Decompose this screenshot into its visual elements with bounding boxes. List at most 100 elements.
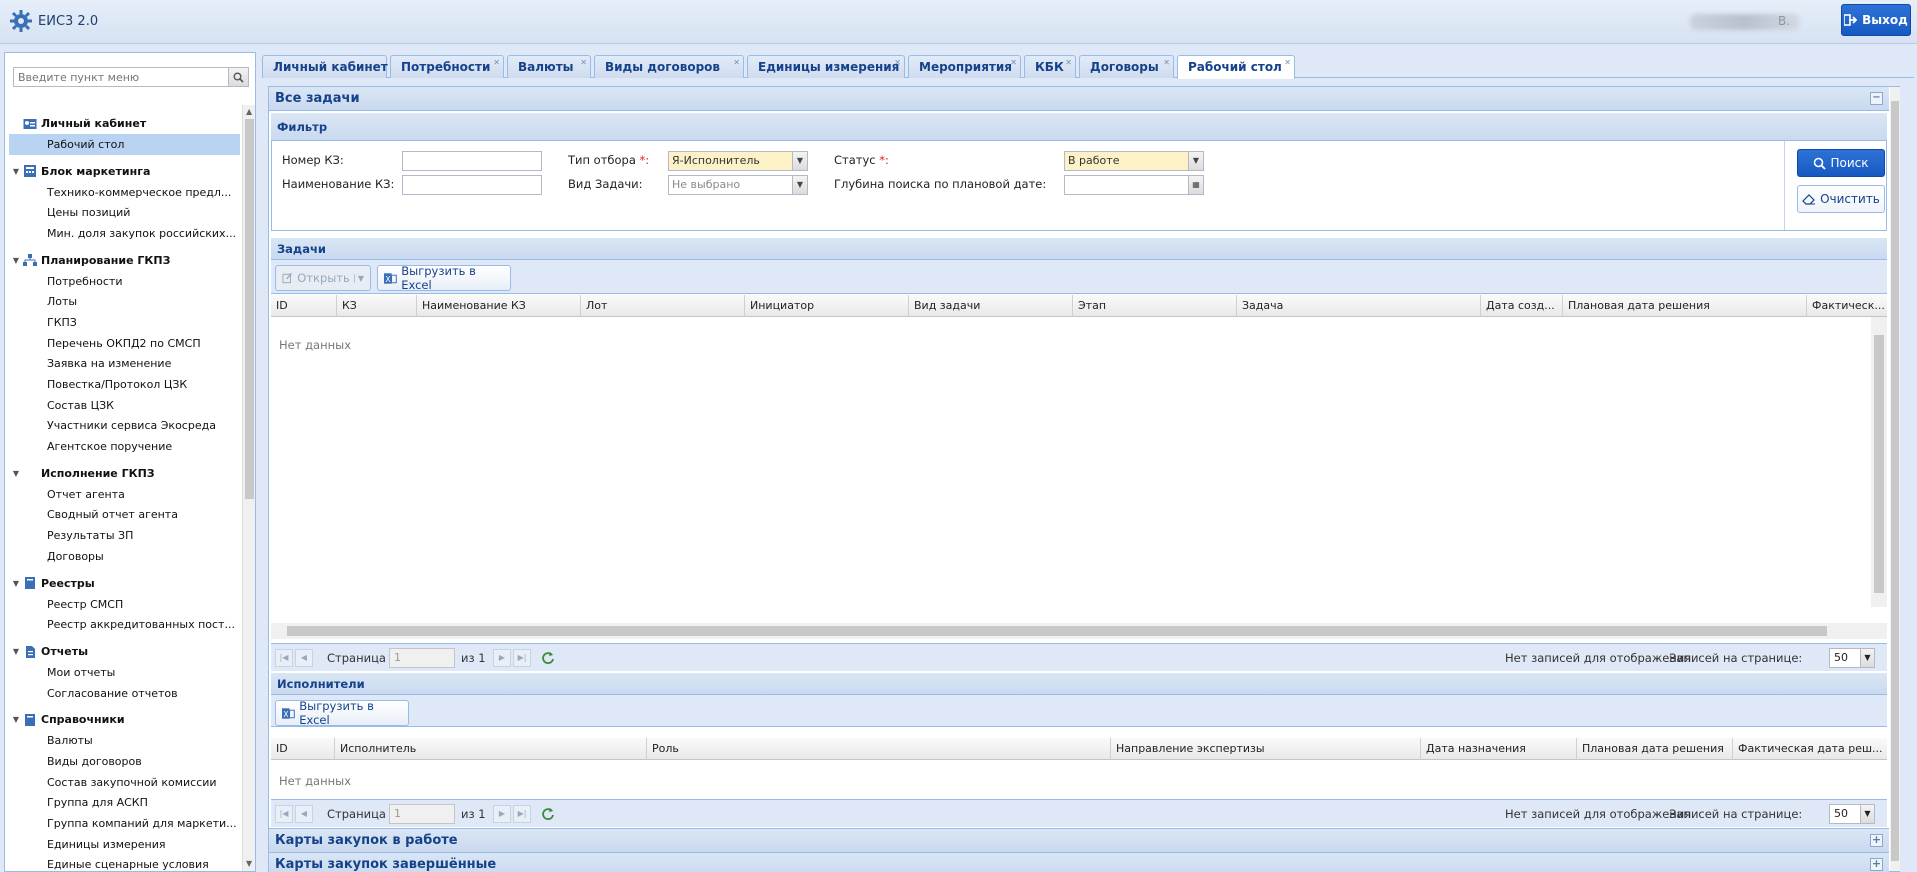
chevron-down-icon[interactable]: ▼: [792, 152, 807, 170]
open-button[interactable]: Открыть ▼: [275, 265, 371, 291]
menu-item[interactable]: ГКПЗ: [9, 312, 240, 333]
col-fact-date[interactable]: Фактическая дата реш...: [1733, 738, 1887, 760]
scroll-up-icon[interactable]: ▲: [246, 107, 252, 116]
last-page-icon[interactable]: ▶|: [513, 805, 531, 823]
tab-needs[interactable]: Потребности ✕: [390, 55, 504, 78]
tasks-hscroll[interactable]: [271, 623, 1887, 639]
menu-item[interactable]: Потребности: [9, 271, 240, 292]
expand-icon[interactable]: +: [1870, 858, 1883, 871]
kz-name-field[interactable]: [402, 175, 542, 195]
close-icon[interactable]: ✕: [1065, 58, 1072, 67]
menu-item[interactable]: Результаты ЗП: [9, 525, 240, 546]
menu-group-reports[interactable]: ▼ Отчеты: [9, 641, 240, 662]
menu-item[interactable]: Сводный отчет агента: [9, 505, 240, 526]
main-scrollbar[interactable]: [1890, 87, 1900, 871]
menu-group-planning[interactable]: ▼ Планирование ГКПЗ: [9, 250, 240, 271]
close-icon[interactable]: ✕: [894, 58, 901, 67]
menu-item-desktop[interactable]: Рабочий стол: [9, 134, 240, 155]
close-icon[interactable]: ✕: [580, 58, 587, 67]
menu-item[interactable]: Заявка на изменение: [9, 354, 240, 375]
col-initiator[interactable]: Инициатор: [745, 295, 909, 317]
col-task-type[interactable]: Вид задачи: [909, 295, 1073, 317]
tab-contract-types[interactable]: Виды договоров ✕: [594, 55, 744, 78]
task-type-combo[interactable]: Не выбрано ▼: [668, 175, 808, 195]
close-icon[interactable]: ✕: [493, 58, 500, 67]
prev-page-icon[interactable]: ◀: [295, 649, 313, 667]
per-page-select[interactable]: 50 ▼: [1829, 648, 1875, 668]
col-expertise[interactable]: Направление экспертизы: [1111, 738, 1421, 760]
menu-group-references[interactable]: ▼ Справочники: [9, 709, 240, 730]
col-plan-date[interactable]: Плановая дата решения: [1563, 295, 1807, 317]
clear-button[interactable]: Очистить: [1797, 185, 1885, 213]
next-page-icon[interactable]: ▶: [493, 805, 511, 823]
chevron-down-icon[interactable]: ▼: [353, 273, 364, 283]
menu-search-input[interactable]: [14, 68, 228, 86]
chevron-down-icon[interactable]: ▼: [792, 176, 807, 194]
sidebar-scrollbar[interactable]: ▲ ▼: [242, 105, 255, 871]
tab-personal[interactable]: Личный кабинет: [262, 55, 388, 78]
menu-item[interactable]: Участники сервиса Экосреда: [9, 416, 240, 437]
chevron-down-icon[interactable]: ▼: [1188, 152, 1203, 170]
tab-desktop[interactable]: Рабочий стол ✕: [1177, 55, 1295, 79]
calendar-icon[interactable]: ▦: [1188, 176, 1203, 194]
tasks-hscroll-thumb[interactable]: [287, 626, 1827, 636]
col-stage[interactable]: Этап: [1073, 295, 1237, 317]
menu-item[interactable]: Виды договоров: [9, 751, 240, 772]
chevron-down-icon[interactable]: ▼: [1860, 805, 1874, 823]
prev-page-icon[interactable]: ◀: [295, 805, 313, 823]
col-kz-name[interactable]: Наименование КЗ: [417, 295, 581, 317]
menu-search-button[interactable]: [228, 68, 248, 86]
menu-item[interactable]: Валюты: [9, 730, 240, 751]
menu-item[interactable]: Перечень ОКПД2 по СМСП: [9, 333, 240, 354]
exit-button[interactable]: Выход: [1841, 4, 1911, 36]
menu-item[interactable]: Состав ЦЗК: [9, 395, 240, 416]
per-page-select[interactable]: 50 ▼: [1829, 804, 1875, 824]
scroll-down-icon[interactable]: ▼: [246, 859, 252, 868]
section-active-cards[interactable]: Карты закупок в работе +: [269, 828, 1889, 852]
col-executor[interactable]: Исполнитель: [335, 738, 647, 760]
first-page-icon[interactable]: |◀: [275, 805, 293, 823]
kz-number-field[interactable]: [402, 151, 542, 171]
menu-item[interactable]: Лоты: [9, 291, 240, 312]
selection-type-combo[interactable]: Я-Исполнитель ▼: [668, 151, 808, 171]
menu-item[interactable]: Группа для АСКП: [9, 793, 240, 814]
menu-item[interactable]: Повестка/Протокол ЦЗК: [9, 374, 240, 395]
tab-events[interactable]: Мероприятия ✕: [908, 55, 1021, 78]
close-icon[interactable]: ✕: [1284, 58, 1291, 67]
col-id[interactable]: ID: [271, 295, 337, 317]
menu-item[interactable]: Группа компаний для маркети...: [9, 813, 240, 834]
tasks-vscroll[interactable]: [1871, 317, 1887, 607]
close-icon[interactable]: ✕: [733, 58, 740, 67]
tab-units[interactable]: Единицы измерения ✕: [747, 55, 905, 78]
depth-date-field[interactable]: ▦: [1064, 175, 1204, 195]
menu-item[interactable]: Агентское поручение: [9, 436, 240, 457]
menu-group-registries[interactable]: ▼ Реестры: [9, 573, 240, 594]
tab-kbk[interactable]: КБК ✕: [1024, 55, 1076, 78]
last-page-icon[interactable]: ▶|: [513, 649, 531, 667]
executors-export-button[interactable]: X Выгрузить в Excel: [275, 699, 409, 727]
menu-group-execution[interactable]: ▼ Исполнение ГКПЗ: [9, 463, 240, 484]
search-button[interactable]: Поиск: [1797, 149, 1885, 177]
page-input[interactable]: 1: [389, 804, 455, 824]
col-created[interactable]: Дата созд...: [1481, 295, 1563, 317]
tab-currencies[interactable]: Валюты ✕: [507, 55, 591, 78]
col-role[interactable]: Роль: [647, 738, 1111, 760]
menu-item[interactable]: Отчет агента: [9, 484, 240, 505]
tasks-export-button[interactable]: X Выгрузить в Excel: [377, 264, 511, 292]
menu-item[interactable]: Цены позиций: [9, 202, 240, 223]
first-page-icon[interactable]: |◀: [275, 649, 293, 667]
status-combo[interactable]: В работе ▼: [1064, 151, 1204, 171]
menu-item[interactable]: Единые сценарные условия: [9, 855, 240, 872]
menu-item[interactable]: Мин. доля закупок российских...: [9, 223, 240, 244]
menu-item[interactable]: Договоры: [9, 546, 240, 567]
menu-item[interactable]: Единицы измерения: [9, 834, 240, 855]
menu-item[interactable]: Реестр аккредитованных пост...: [9, 614, 240, 635]
menu-item[interactable]: Мои отчеты: [9, 662, 240, 683]
section-finished-cards[interactable]: Карты закупок завершённые +: [269, 852, 1889, 872]
col-fact-date[interactable]: Фактическ...: [1807, 295, 1887, 317]
tab-contracts[interactable]: Договоры ✕: [1079, 55, 1174, 78]
main-scroll-thumb[interactable]: [1891, 101, 1899, 861]
col-plan-date[interactable]: Плановая дата решения: [1577, 738, 1733, 760]
collapse-icon[interactable]: −: [1870, 92, 1883, 105]
menu-item[interactable]: Согласование отчетов: [9, 683, 240, 704]
